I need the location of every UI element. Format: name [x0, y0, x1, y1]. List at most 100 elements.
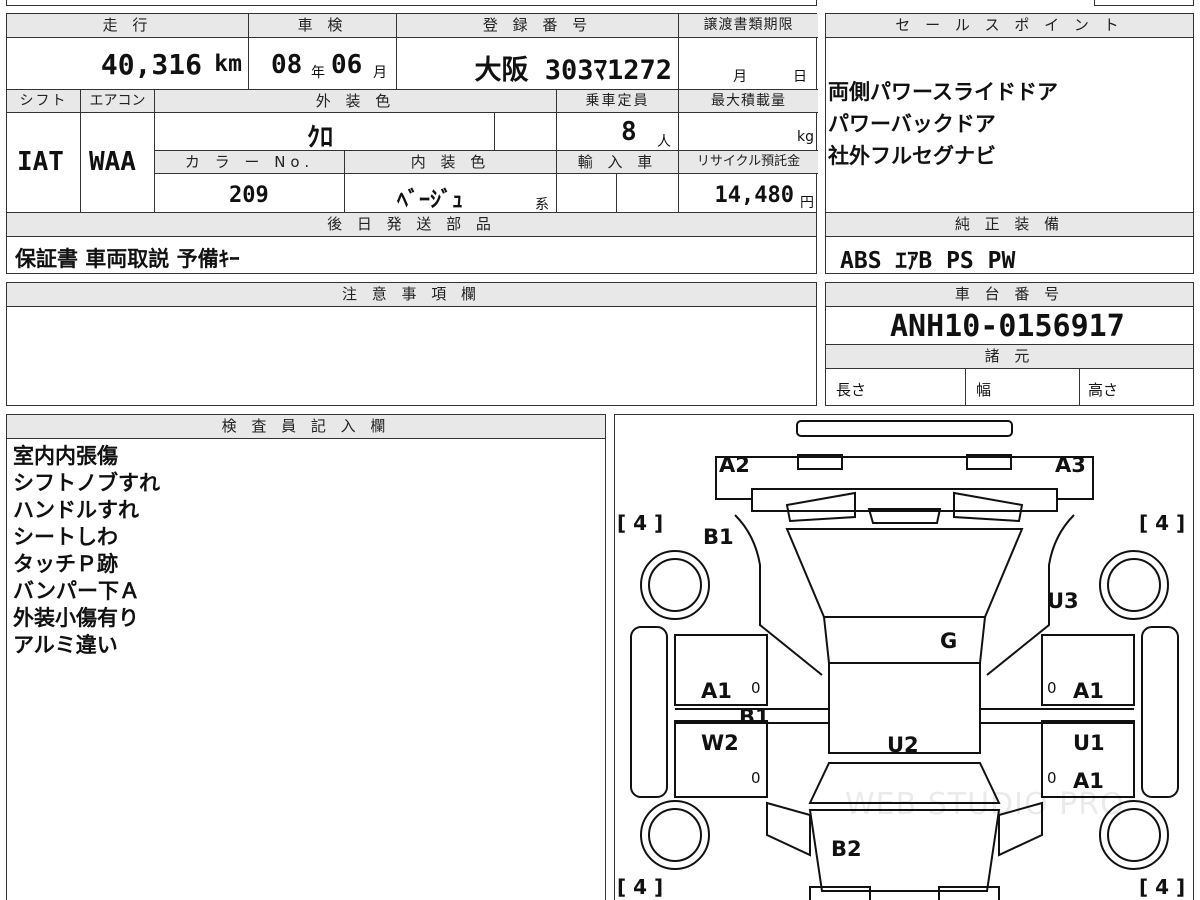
spec-length-cell: 長さ [826, 369, 966, 405]
transfer-day-unit: 日 [793, 69, 807, 85]
spec-width-cell: 幅 [966, 369, 1080, 405]
interior-color-cell: ﾍﾞｰｼﾞｭ 系 [345, 174, 557, 214]
registration-cell: 大阪 303ﾏ1272 [397, 38, 679, 90]
mileage-value: 40,316 [100, 48, 202, 81]
later-parts-value: 保証書 車両取説 予備ｷｰ [15, 247, 240, 271]
front-bumper-outline [715, 456, 1094, 500]
max-load-header: 最大積載量 [679, 90, 818, 113]
sales-point-item: 両側パワースライドドア [828, 80, 1058, 104]
exterior-color-cell: ｸﾛ [155, 113, 495, 151]
damage-label-b1-mid: B1 [739, 705, 770, 729]
tire-rear-left [640, 800, 710, 870]
transfer-deadline-cell: 月 日 [679, 38, 818, 90]
later-parts-table: 後 日 発 送 部 品 保証書 車両取説 予備ｷｰ [6, 212, 817, 274]
door-zero-mark: 0 [1047, 679, 1057, 697]
inspector-notes-header: 検 査 員 記 入 欄 [7, 415, 605, 439]
roof-front-outline [822, 616, 987, 664]
right-sill [1141, 626, 1179, 798]
vehicle-info-table: 走 行 車 検 登 録 番 号 譲渡書類期限 40,316 km 08 年 06… [6, 13, 818, 214]
tire-grade-rear-left: [ 4 ] [617, 875, 664, 899]
tire-front-left [640, 550, 710, 620]
damage-label-u2: U2 [887, 733, 919, 757]
inspector-notes-list: 室内内張傷 シフトノブすれ ハンドルすれ シートしわ タッチＰ跡 バンパー下Ａ … [13, 443, 160, 659]
aircon-cell: WAA [81, 113, 155, 214]
color-no-header: カ ラ ー No. [155, 151, 345, 174]
damage-label-a2: A2 [719, 453, 750, 477]
left-rear-fender [766, 801, 811, 857]
registration-header: 登 録 番 号 [397, 14, 679, 38]
spec-length-label: 長さ [836, 381, 867, 399]
chassis-value: ANH10-0156917 [890, 309, 1125, 344]
inspection-year-unit: 年 [311, 65, 325, 81]
inspector-note: ハンドルすれ [13, 498, 139, 522]
capacity-value: 8 [621, 117, 637, 147]
capacity-cell: 8 人 [557, 113, 679, 151]
recycle-unit: 円 [800, 195, 814, 211]
watermark: WEB STUDIO PRO [845, 787, 1125, 822]
caution-header: 注 意 事 項 欄 [7, 283, 816, 307]
rear-bumper-right [938, 886, 1000, 900]
color-no-value: 209 [229, 183, 269, 208]
shift-cell: IAT [7, 113, 81, 214]
tire-grade-front-left: [ 4 ] [617, 511, 664, 535]
max-load-unit: kg [797, 129, 814, 145]
genuine-equipment-value: ABS ｴｱB PS PW [840, 248, 1016, 274]
damage-label-g: G [940, 629, 958, 653]
inspection-month-unit: 月 [373, 65, 387, 81]
interior-color-value: ﾍﾞｰｼﾞｭ [397, 188, 464, 213]
inspector-note: アルミ違い [13, 633, 118, 657]
interior-color-suffix: 系 [535, 197, 549, 213]
damage-label-w2: W2 [701, 731, 739, 755]
antenna-outline [796, 420, 1013, 437]
rear-bumper-left [809, 886, 871, 900]
import-cell-1 [557, 174, 617, 214]
later-parts-header: 後 日 発 送 部 品 [7, 213, 816, 237]
shift-value: IAT [17, 147, 64, 177]
sales-point-item: パワーバックドア [828, 112, 996, 136]
inspector-note: バンパー下Ａ [13, 579, 141, 603]
recycle-header: リサイクル預託金 [679, 151, 818, 174]
genuine-equipment-panel: 純 正 装 備 ABS ｴｱB PS PW [825, 212, 1194, 274]
exterior-color-value: ｸﾛ [307, 123, 334, 151]
door-zero-mark: 0 [1047, 769, 1057, 787]
recycle-cell: 14,480 円 [679, 174, 818, 214]
top-clipped-cell-right [1094, 0, 1194, 6]
left-sill [630, 626, 668, 798]
inspector-note: タッチＰ跡 [13, 552, 118, 576]
tire-front-left-inner [648, 558, 702, 612]
interior-color-header: 内 装 色 [345, 151, 557, 174]
tire-front-right [1099, 550, 1169, 620]
tire-front-right-inner [1107, 558, 1161, 612]
inspection-cell: 08 年 06 月 [249, 38, 397, 90]
spec-height-cell: 高さ [1080, 369, 1193, 405]
inspection-year: 08 [271, 50, 303, 80]
damage-label-u3: U3 [1047, 589, 1079, 613]
damage-label-b2: B2 [831, 837, 862, 861]
damage-label-a1-left: A1 [701, 679, 732, 703]
door-zero-mark: 0 [751, 769, 761, 787]
damage-label-a3: A3 [1055, 453, 1086, 477]
inspector-note: シートしわ [13, 525, 118, 549]
inspection-month: 06 [331, 50, 363, 80]
damage-label-u1: U1 [1073, 731, 1105, 755]
windshield-outline [785, 528, 1024, 618]
inspector-notes-panel: 検 査 員 記 入 欄 室内内張傷 シフトノブすれ ハンドルすれ シートしわ タ… [6, 414, 606, 900]
aircon-value: WAA [89, 147, 136, 177]
chassis-cell: ANH10-0156917 [826, 307, 1193, 345]
sales-points-panel: セ ー ル ス ポ イ ン ト 両側パワースライドドア パワーバックドア 社外フ… [825, 13, 1194, 213]
max-load-cell: kg [679, 113, 818, 151]
exterior-color-header: 外 装 色 [155, 90, 557, 113]
hood-detail [785, 491, 1024, 523]
spec-width-label: 幅 [976, 381, 992, 399]
top-clipped-row [6, 0, 817, 6]
color-no-cell: 209 [155, 174, 345, 214]
chassis-header: 車 台 番 号 [826, 283, 1193, 307]
aircon-header: エアコン [81, 90, 155, 113]
inspector-note: 外装小傷有り [13, 606, 139, 630]
tire-grade-rear-right: [ 4 ] [1139, 875, 1186, 899]
inspector-note: シフトノブすれ [13, 471, 160, 495]
capacity-header: 乗車定員 [557, 90, 679, 113]
specs-header: 諸 元 [826, 345, 1193, 369]
mileage-header: 走 行 [7, 14, 249, 38]
exterior-color-cell-2 [495, 113, 557, 151]
